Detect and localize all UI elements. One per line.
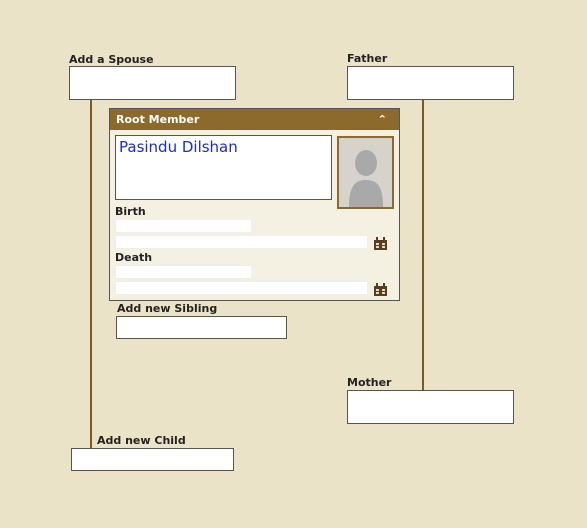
death-label: Death [115,251,153,264]
death-date-field[interactable] [115,281,368,295]
child-slot[interactable] [71,448,234,471]
birth-label: Birth [115,205,146,218]
mother-slot[interactable] [347,390,514,424]
chevron-up-icon[interactable]: ⌃ [378,109,387,130]
root-member-card: Root Member ⌃ Pasindu Dilshan Birth Deat… [109,108,400,301]
death-place-field[interactable] [115,265,252,279]
sibling-slot[interactable] [116,316,287,339]
father-label: Father [347,52,388,65]
root-member-title: Root Member [116,113,200,126]
root-member-header[interactable]: Root Member ⌃ [110,109,399,130]
sibling-label: Add new Sibling [117,302,218,315]
child-label: Add new Child [97,434,186,447]
mother-label: Mother [347,376,392,389]
calendar-icon[interactable] [373,283,388,297]
birth-date-field[interactable] [115,235,368,249]
father-mother-connector [422,99,424,390]
spouse-child-connector [90,99,92,448]
calendar-icon[interactable] [373,237,388,251]
birth-place-field[interactable] [115,219,252,233]
spouse-label: Add a Spouse [69,53,154,66]
father-slot[interactable] [347,66,514,100]
spouse-slot[interactable] [69,66,236,100]
member-photo[interactable] [337,136,394,209]
person-silhouette-icon [339,138,392,207]
member-name-field[interactable]: Pasindu Dilshan [115,135,332,200]
